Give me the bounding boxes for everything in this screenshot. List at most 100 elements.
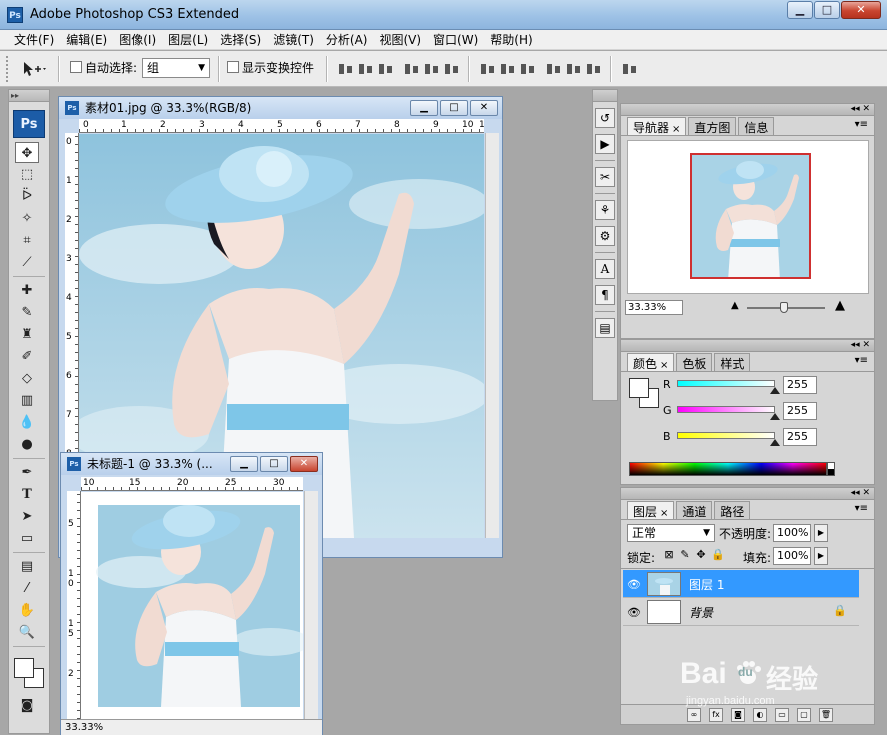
- blend-mode-dropdown[interactable]: 正常 ▼: [627, 524, 715, 542]
- layer-row-background[interactable]: 👁 背景 🔒: [623, 598, 859, 626]
- clone-source-icon[interactable]: ⚙: [595, 226, 615, 246]
- color-spectrum-bar[interactable]: [629, 462, 827, 476]
- pen-tool-icon[interactable]: ✒: [15, 462, 39, 483]
- move-tool-icon[interactable]: ✥: [15, 142, 39, 163]
- color-panel-foreground-swatch[interactable]: [629, 378, 649, 398]
- align-left-icon[interactable]: [402, 60, 422, 78]
- marquee-tool-icon[interactable]: ⬚: [15, 164, 39, 185]
- document-minimize-button[interactable]: ▁: [410, 100, 438, 116]
- panel-menu-icon[interactable]: ▾≡: [855, 119, 868, 130]
- document-maximize-button[interactable]: □: [440, 100, 468, 116]
- navigator-preview[interactable]: [627, 140, 869, 294]
- rectangle-tool-icon[interactable]: ▭: [15, 528, 39, 549]
- distribute-right-icon[interactable]: [584, 60, 604, 78]
- document-close-button[interactable]: ✕: [470, 100, 498, 116]
- gradient-tool-icon[interactable]: ▥: [15, 390, 39, 411]
- lasso-tool-icon[interactable]: ᐇ: [15, 186, 39, 207]
- character-panel-icon[interactable]: A: [595, 259, 615, 279]
- opacity-input[interactable]: 100%: [773, 524, 811, 542]
- menu-image[interactable]: 图像(I): [113, 30, 162, 49]
- horizontal-ruler[interactable]: 10 15 20 25 30: [81, 477, 303, 491]
- options-grip[interactable]: [6, 56, 12, 82]
- auto-select-dropdown[interactable]: 组 ▼: [142, 58, 210, 78]
- channel-slider-thumb[interactable]: [770, 413, 780, 420]
- menu-window[interactable]: 窗口(W): [427, 30, 484, 49]
- fill-input[interactable]: 100%: [773, 547, 811, 565]
- channel-slider-r[interactable]: [677, 380, 775, 387]
- panel-grip[interactable]: ◂◂ ✕: [621, 104, 874, 116]
- menu-view[interactable]: 视图(V): [373, 30, 427, 49]
- path-selection-tool-icon[interactable]: ➤: [15, 506, 39, 527]
- dodge-tool-icon[interactable]: ●: [15, 434, 39, 455]
- lock-transparent-icon[interactable]: ⊠: [663, 549, 675, 561]
- tab-navigator[interactable]: 导航器 ×: [627, 117, 687, 135]
- menu-help[interactable]: 帮助(H): [484, 30, 538, 49]
- history-brush-tool-icon[interactable]: ✐: [15, 346, 39, 367]
- document-minimize-button[interactable]: ▁: [230, 456, 258, 472]
- align-bottom-icon[interactable]: [376, 60, 396, 78]
- magic-wand-tool-icon[interactable]: ✧: [15, 208, 39, 229]
- minimize-button[interactable]: ▁: [787, 1, 813, 19]
- black-white-picker[interactable]: [827, 462, 835, 476]
- panel-grip[interactable]: ◂◂ ✕: [621, 488, 874, 500]
- distribute-bottom-icon[interactable]: [518, 60, 538, 78]
- paragraph-panel-icon[interactable]: ¶: [595, 285, 615, 305]
- history-panel-icon[interactable]: ↺: [595, 108, 615, 128]
- channel-slider-g[interactable]: [677, 406, 775, 413]
- auto-align-layers-icon[interactable]: [620, 60, 640, 78]
- tab-info[interactable]: 信息: [738, 117, 775, 135]
- menu-analysis[interactable]: 分析(A): [320, 30, 374, 49]
- tab-styles[interactable]: 样式: [714, 353, 751, 371]
- notes-tool-icon[interactable]: ▤: [15, 556, 39, 577]
- tab-histogram[interactable]: 直方图: [688, 117, 737, 135]
- eyedropper-tool-icon[interactable]: ⁄: [15, 578, 39, 599]
- document-canvas[interactable]: [81, 492, 303, 719]
- menu-filter[interactable]: 滤镜(T): [267, 30, 320, 49]
- menu-file[interactable]: 文件(F): [8, 30, 60, 49]
- zoom-tool-icon[interactable]: 🔍: [15, 622, 39, 643]
- panel-menu-icon[interactable]: ▾≡: [855, 355, 868, 366]
- vertical-scrollbar[interactable]: [304, 491, 318, 720]
- distribute-hcenter-icon[interactable]: [564, 60, 584, 78]
- auto-select-checkbox[interactable]: [70, 61, 82, 73]
- document-titlebar[interactable]: Ps 素材01.jpg @ 33.3%(RGB/8) ▁ □ ✕: [59, 97, 502, 119]
- channel-slider-thumb[interactable]: [770, 387, 780, 394]
- brushes-panel-icon[interactable]: ⚘: [595, 200, 615, 220]
- align-top-icon[interactable]: [336, 60, 356, 78]
- lock-all-icon[interactable]: 🔒: [711, 549, 725, 561]
- actions-panel-icon[interactable]: ▶: [595, 134, 615, 154]
- distribute-vcenter-icon[interactable]: [498, 60, 518, 78]
- show-transform-checkbox[interactable]: [227, 61, 239, 73]
- document-close-button[interactable]: ✕: [290, 456, 318, 472]
- channel-slider-b[interactable]: [677, 432, 775, 439]
- channel-value-r[interactable]: 255: [783, 376, 817, 394]
- tab-close-icon[interactable]: ×: [672, 124, 680, 135]
- eye-visibility-icon[interactable]: 👁: [627, 578, 641, 591]
- tool-presets-icon[interactable]: ✂: [595, 167, 615, 187]
- tab-close-icon[interactable]: ×: [660, 508, 668, 519]
- channel-value-g[interactable]: 255: [783, 402, 817, 420]
- distribute-left-icon[interactable]: [544, 60, 564, 78]
- brush-tool-icon[interactable]: ✎: [15, 302, 39, 323]
- zoom-in-icon[interactable]: ▲: [835, 298, 845, 313]
- move-tool-preset-icon[interactable]: [20, 59, 48, 79]
- crop-tool-icon[interactable]: ⌗: [15, 230, 39, 251]
- panel-menu-icon[interactable]: ▾≡: [855, 503, 868, 514]
- align-right-icon[interactable]: [442, 60, 462, 78]
- document-maximize-button[interactable]: □: [260, 456, 288, 472]
- tab-layers[interactable]: 图层 ×: [627, 501, 675, 519]
- menu-edit[interactable]: 编辑(E): [60, 30, 113, 49]
- tab-paths[interactable]: 路径: [714, 501, 751, 519]
- healing-brush-tool-icon[interactable]: ✚: [15, 280, 39, 301]
- blur-tool-icon[interactable]: 💧: [15, 412, 39, 433]
- menu-layer[interactable]: 图层(L): [162, 30, 214, 49]
- slice-tool-icon[interactable]: ⟋: [15, 252, 39, 273]
- toolbox-grip[interactable]: ▸▸: [9, 90, 49, 102]
- horizontal-ruler[interactable]: 0 1 2 3 4 5 6 7 8 9 10 1: [79, 119, 484, 133]
- vertical-ruler[interactable]: 5 1 0 1 5 2: [67, 491, 81, 719]
- type-tool-icon[interactable]: T: [15, 484, 39, 505]
- document-titlebar[interactable]: Ps 未标题-1 @ 33.3% (... ▁ □ ✕: [61, 453, 322, 475]
- maximize-button[interactable]: □: [814, 1, 840, 19]
- tab-channels[interactable]: 通道: [676, 501, 713, 519]
- fill-slider-toggle[interactable]: ▶: [814, 547, 828, 565]
